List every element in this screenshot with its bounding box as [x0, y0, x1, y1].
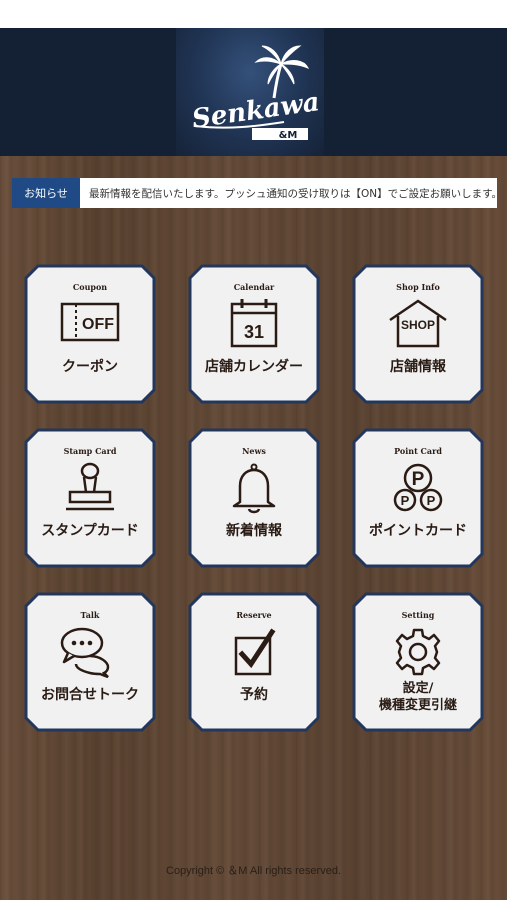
chat-bubbles-icon [60, 627, 110, 678]
tile-jp-label: ポイントカード [369, 523, 467, 539]
bell-icon [232, 463, 276, 514]
tile-en-label: Reserve [236, 610, 272, 620]
senkawa-logo: Senkawa &M [190, 45, 318, 141]
point-p-right: P [427, 493, 436, 508]
tile-jp-label: 設定/ 機種変更引継 [378, 681, 457, 713]
point-coins-icon: P P P [393, 463, 443, 512]
news-text: 最新情報を配信いたします。プッシュ通知の受け取りは【ON】でご設定お願いします。 [89, 187, 497, 200]
coupon-off-icon: OFF [60, 302, 120, 342]
menu-reserve[interactable]: Reserve 予約 [188, 592, 320, 732]
tile-en-label: Setting [401, 610, 435, 620]
tile-jp-label: スタンプカード [41, 523, 139, 539]
menu-shop-info[interactable]: Shop Info SHOP 店舗情報 [352, 264, 484, 404]
calendar-icon: 31 [230, 299, 278, 348]
tile-jp-label: 店舗カレンダー [205, 359, 303, 375]
logo-sub: &M [279, 130, 298, 141]
checkbox-icon [234, 628, 276, 676]
tile-en-label: Point Card [394, 446, 442, 456]
tile-en-label: Coupon [72, 282, 108, 292]
news-label: お知らせ [12, 178, 80, 208]
tile-jp-label: お問合せトーク [41, 687, 139, 703]
status-bar [0, 0, 507, 28]
menu-setting[interactable]: Setting 設定/ 機種変更引継 [352, 592, 484, 732]
tile-jp-label: 店舗情報 [390, 359, 446, 375]
tile-en-label: Calendar [233, 282, 275, 292]
tile-en-label: Talk [80, 610, 100, 620]
tile-jp-label: 新着情報 [226, 523, 282, 539]
menu-news[interactable]: News 新着情報 [188, 428, 320, 568]
shop-icon: SHOP [389, 299, 447, 348]
menu-talk[interactable]: Talk お問合せトーク [24, 592, 156, 732]
tile-jp-label: 予約 [240, 687, 268, 703]
point-p-large: P [412, 469, 425, 490]
menu-calendar[interactable]: Calendar 31 店舗カレンダー [188, 264, 320, 404]
coupon-off-text: OFF [82, 316, 114, 333]
tile-en-label: Shop Info [396, 282, 440, 292]
menu-stamp-card[interactable]: Stamp Card スタンプカード [24, 428, 156, 568]
calendar-day-text: 31 [244, 322, 264, 342]
point-p-left: P [401, 493, 410, 508]
news-ticker[interactable]: お知らせ 最新情報を配信いたします。プッシュ通知の受け取りは【ON】でご設定お願… [12, 178, 497, 208]
menu-point-card[interactable]: Point Card P P P ポイントカード [352, 428, 484, 568]
tile-en-label: News [242, 446, 266, 456]
tile-en-label: Stamp Card [63, 446, 117, 456]
footer-copyright: Copyright © ＆M All rights reserved. [166, 865, 341, 877]
menu-coupon[interactable]: Coupon OFF クーポン [24, 264, 156, 404]
header: Senkawa &M [0, 28, 507, 156]
gear-icon [395, 628, 441, 676]
tile-jp-label: クーポン [62, 359, 118, 375]
stamp-icon [66, 462, 114, 511]
shop-text: SHOP [401, 318, 435, 332]
